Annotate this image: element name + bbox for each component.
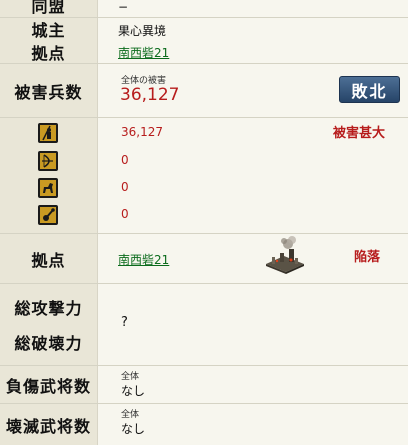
archer-icon [38,151,58,171]
base-row-top: 拠点 南西砦21 [0,40,408,64]
damage-total-value: 36,127 [120,85,180,105]
power-row: 総攻撃力 総破壊力 ? [0,284,408,366]
power-value: ? [121,315,128,330]
cavalry-count: 0 [121,180,129,194]
lord-row: 城主 果心異境 [0,18,408,40]
base-label-top: 拠点 [0,40,98,63]
destroyed-row: 壊滅武将数 全体 なし [0,404,408,445]
damage-label: 被害兵数 [0,64,98,117]
siege-weapon-count: 0 [121,207,129,221]
units-block: 被害甚大 36,127 0 0 0 [0,118,408,234]
lord-label: 城主 [0,18,98,40]
alliance-value: − [118,0,129,14]
archer-count: 0 [121,153,129,167]
siege-weapon-icon [38,205,58,225]
alliance-label: 同盟 [0,0,98,17]
base-status: 陥落 [354,250,381,265]
alliance-row: 同盟 − [0,0,408,18]
spearman-icon [38,123,58,143]
base-link-top[interactable]: 南西砦21 [118,44,169,61]
cavalry-icon [38,178,58,198]
total-attack-label: 総攻撃力 [14,299,83,319]
injured-row: 負傷武将数 全体 なし [0,366,408,404]
injured-sub-label: 全体 [121,372,140,382]
power-label-column: 総攻撃力 総破壊力 [0,284,98,365]
base-row-bottom: 拠点 南西砦21 陥落 [0,234,408,284]
injured-value: なし [121,384,146,398]
destroyed-value: なし [121,422,146,436]
defeat-result-button[interactable]: 敗北 [339,76,400,103]
total-destroy-label: 総破壊力 [14,333,83,353]
fortress-image [262,236,308,276]
base-link-bottom[interactable]: 南西砦21 [118,251,169,268]
destroyed-label: 壊滅武将数 [0,404,98,445]
damage-status: 被害甚大 [333,126,386,141]
destroyed-sub-label: 全体 [121,410,140,420]
lord-value: 果心異境 [118,24,167,38]
base-label-bottom: 拠点 [0,234,98,283]
injured-label: 負傷武将数 [0,366,98,403]
damage-row: 被害兵数 全体の被害 36,127 敗北 [0,64,408,118]
spearman-count: 36,127 [121,125,163,139]
